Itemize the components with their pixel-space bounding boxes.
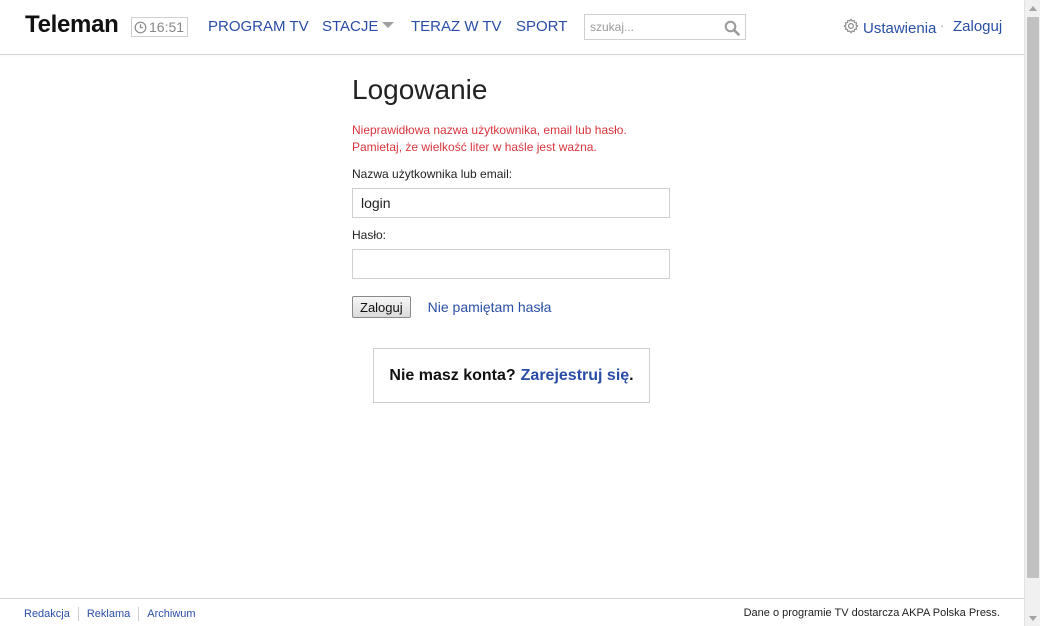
- gear-icon: [843, 18, 859, 38]
- footer-link-archiwum[interactable]: Archiwum: [147, 608, 195, 620]
- header-separator: ·: [940, 18, 945, 33]
- register-box: Nie masz konta? Zarejestruj się.: [373, 348, 650, 403]
- error-line-2: Pamietaj, że wielkość liter w haśle jest…: [352, 140, 597, 154]
- chevron-down-icon: [382, 22, 395, 28]
- search-box: [584, 14, 746, 40]
- header-login-link[interactable]: Zaloguj: [953, 18, 1002, 35]
- password-label: Hasło:: [352, 228, 387, 242]
- footer-link-reklama[interactable]: Reklama: [87, 608, 130, 620]
- site-header: Teleman 16:51 PROGRAM TV STACJE TERAZ W …: [0, 0, 1024, 55]
- site-logo[interactable]: Teleman: [25, 11, 119, 39]
- nav-program-tv[interactable]: PROGRAM TV: [208, 18, 309, 35]
- scrollbar-thumb[interactable]: [1027, 17, 1039, 578]
- error-message: Nieprawidłowa nazwa użytkownika, email l…: [352, 122, 672, 156]
- username-label: Nazwa użytkownika lub email:: [352, 167, 513, 181]
- page-scrollbar[interactable]: [1024, 0, 1040, 626]
- register-suffix: .: [629, 366, 634, 384]
- search-icon[interactable]: [722, 18, 742, 38]
- register-prompt: Nie masz konta?: [389, 366, 516, 384]
- forgot-password-link[interactable]: Nie pamiętam hasła: [428, 299, 552, 315]
- form-actions: Zaloguj Nie pamiętam hasła: [352, 296, 672, 318]
- footer-divider: [138, 607, 140, 621]
- search-input[interactable]: [585, 15, 715, 39]
- register-link[interactable]: Zarejestruj się: [521, 367, 630, 385]
- footer-links: Redakcja Reklama Archiwum: [24, 607, 196, 621]
- clock-badge: 16:51: [131, 17, 189, 37]
- footer-divider: [77, 607, 79, 621]
- site-footer: Redakcja Reklama Archiwum Dane o program…: [0, 598, 1024, 626]
- nav-sport[interactable]: SPORT: [516, 18, 567, 35]
- footer-link-redakcja[interactable]: Redakcja: [24, 608, 70, 620]
- clock-icon: [134, 21, 147, 34]
- page-title: Logowanie: [352, 74, 488, 105]
- clock-time: 16:51: [149, 19, 185, 35]
- password-field[interactable]: [352, 249, 670, 279]
- scroll-down-icon[interactable]: [1025, 610, 1040, 626]
- nav-teraz-w-tv[interactable]: TERAZ W TV: [411, 18, 502, 35]
- settings-label: Ustawienia: [863, 19, 937, 37]
- settings-link[interactable]: Ustawienia: [843, 18, 936, 38]
- nav-stacje[interactable]: STACJE: [322, 18, 395, 35]
- login-panel: Logowanie Nieprawidłowa nazwa użytkownik…: [352, 74, 672, 318]
- error-line-1: Nieprawidłowa nazwa użytkownika, email l…: [352, 123, 627, 137]
- footer-credit: Dane o programie TV dostarcza AKPA Polsk…: [743, 607, 1000, 619]
- login-submit-button[interactable]: Zaloguj: [352, 296, 411, 318]
- nav-stacje-label: STACJE: [322, 18, 379, 35]
- scroll-up-icon[interactable]: [1025, 0, 1040, 16]
- username-field[interactable]: [352, 188, 670, 218]
